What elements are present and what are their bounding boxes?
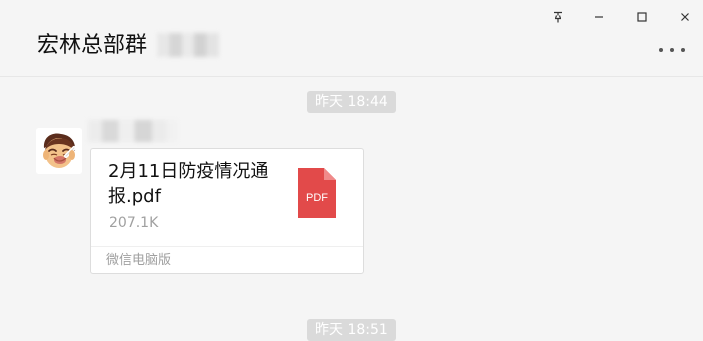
close-window-button[interactable] — [670, 3, 700, 31]
blurred-member-count — [157, 33, 219, 57]
message-timestamp: 昨天 18:44 — [307, 91, 396, 113]
cartoon-face-icon — [36, 128, 82, 174]
pin-icon — [554, 11, 562, 23]
close-icon — [681, 13, 689, 21]
pdf-file-icon: PDF — [298, 168, 336, 218]
more-dots-icon — [659, 48, 685, 52]
file-name: 2月11日防疫情况通报.pdf — [108, 161, 269, 207]
minimize-icon — [595, 16, 603, 18]
card-footer: 微信电脑版 — [91, 246, 363, 273]
maximize-window-button[interactable] — [627, 3, 657, 31]
blurred-sender-name — [88, 120, 177, 142]
sender-avatar[interactable] — [36, 128, 82, 174]
chat-header: 宏林总部群 — [0, 0, 703, 77]
pdf-label: PDF — [306, 192, 328, 204]
more-options-button[interactable] — [655, 38, 689, 62]
minimize-window-button[interactable] — [584, 3, 614, 31]
pin-window-button[interactable] — [543, 3, 573, 31]
group-title: 宏林总部群 — [37, 33, 148, 58]
file-size: 207.1K — [109, 215, 159, 231]
maximize-icon — [637, 12, 647, 22]
message-timestamp: 昨天 18:51 — [307, 319, 396, 341]
file-message-card[interactable]: 2月11日防疫情况通报.pdf 207.1K PDF 微信电脑版 — [90, 148, 364, 274]
